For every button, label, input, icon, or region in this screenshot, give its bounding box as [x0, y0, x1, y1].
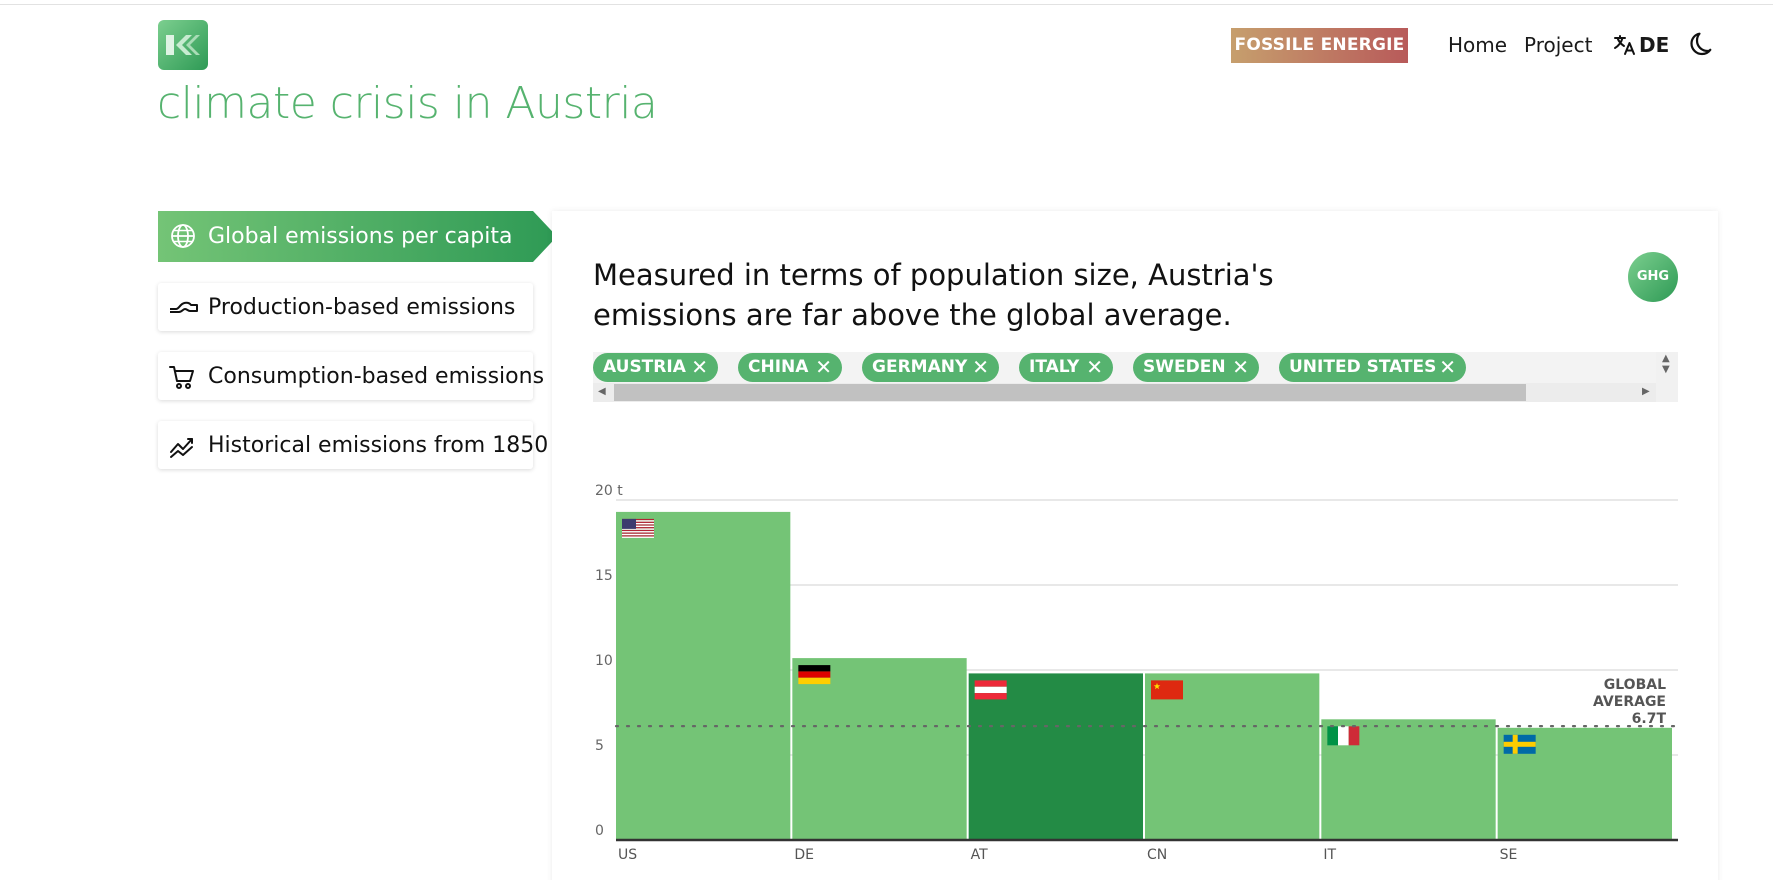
x-tick-label: SE	[1500, 847, 1518, 863]
sidebar-item-historical[interactable]: Historical emissions from 1850	[158, 421, 548, 469]
sidebar-item-label: Historical emissions from 1850	[208, 433, 549, 458]
vertical-scrollbar[interactable]: ▲ ▼	[1656, 352, 1678, 402]
flag-se-icon	[1503, 734, 1536, 754]
flag-it-icon	[1327, 726, 1360, 746]
chip-label: UNITED STATES	[1289, 357, 1437, 377]
emissions-bar-chart: 0 5 10 15 20 t US DE AT CN IT SE GLOBALAVERAGE6.7T	[595, 483, 1680, 863]
globe-icon	[171, 224, 195, 248]
flag-at-icon	[974, 680, 1007, 700]
chip-label: GERMANY	[872, 357, 968, 377]
close-icon[interactable]: ✕	[1086, 353, 1103, 382]
chip-austria[interactable]: AUSTRIA ✕	[593, 353, 718, 382]
chip-china[interactable]: CHINA ✕	[738, 353, 842, 382]
cart-icon	[169, 366, 194, 389]
chip-united-states[interactable]: UNITED STATES ✕	[1279, 353, 1466, 382]
sidebar-item-production[interactable]: Production-based emissions	[158, 283, 533, 331]
y-tick-label: 10	[595, 653, 613, 669]
language-switch[interactable]: DE	[1613, 32, 1669, 58]
flag-de-icon	[798, 665, 831, 685]
close-icon[interactable]: ✕	[1439, 353, 1456, 382]
x-tick-label: CN	[1147, 847, 1167, 863]
scroll-right-icon[interactable]: ▶	[1642, 386, 1650, 397]
y-tick-label: 0	[595, 823, 604, 839]
language-label: DE	[1639, 33, 1670, 57]
y-tick-label: 5	[595, 738, 604, 754]
close-icon[interactable]: ✕	[691, 353, 708, 382]
chip-label: ITALY	[1029, 357, 1080, 377]
x-tick-label: IT	[1323, 847, 1336, 863]
scrollbar-thumb[interactable]	[614, 384, 1526, 401]
bar-us	[616, 511, 791, 840]
global-average-label: GLOBAL	[1604, 677, 1666, 693]
chip-label: CHINA	[748, 357, 809, 377]
y-tick-label: 20 t	[595, 483, 623, 499]
dark-mode-toggle[interactable]	[1688, 30, 1716, 62]
sidebar-item-global-emissions[interactable]: Global emissions per capita	[158, 211, 558, 262]
flag-us-icon	[622, 518, 654, 538]
nav-home-link[interactable]: Home	[1448, 33, 1507, 57]
chip-label: AUSTRIA	[603, 357, 686, 377]
chip-label: SWEDEN	[1143, 357, 1226, 377]
ghg-toggle-button[interactable]: GHG	[1628, 252, 1678, 302]
sidebar-item-label: Production-based emissions	[208, 295, 516, 320]
fossil-energy-badge[interactable]: FOSSILE ENERGIE	[1231, 28, 1408, 63]
sidebar-item-label: Global emissions per capita	[208, 224, 513, 249]
sidebar-item-consumption[interactable]: Consumption-based emissions	[158, 352, 544, 400]
global-average-label: 6.7T	[1632, 711, 1667, 727]
close-icon[interactable]: ✕	[1232, 353, 1249, 382]
page-title: climate crisis in Austria	[157, 78, 658, 129]
x-tick-label: AT	[971, 847, 988, 863]
top-border	[0, 4, 1773, 5]
bar-de	[792, 658, 967, 840]
moon-icon	[1690, 32, 1712, 56]
chart-line-icon	[170, 438, 193, 458]
flag-cn-icon	[1151, 680, 1183, 700]
site-logo[interactable]	[158, 20, 208, 70]
global-average-label: AVERAGE	[1593, 694, 1666, 710]
chip-sweden[interactable]: SWEDEN ✕	[1133, 353, 1259, 382]
close-icon[interactable]: ✕	[815, 353, 832, 382]
x-tick-label: US	[618, 847, 637, 863]
chart-headline: Measured in terms of population size, Au…	[593, 258, 1274, 332]
y-tick-label: 15	[595, 568, 613, 584]
sidebar-item-label: Consumption-based emissions	[208, 364, 545, 389]
nav-project-link[interactable]: Project	[1524, 33, 1592, 57]
translate-icon	[1614, 35, 1635, 55]
scroll-left-icon[interactable]: ◀	[598, 386, 606, 397]
chip-germany[interactable]: GERMANY ✕	[862, 353, 999, 382]
x-tick-label: DE	[794, 847, 814, 863]
chip-italy[interactable]: ITALY ✕	[1019, 353, 1113, 382]
pipe-icon	[170, 301, 198, 313]
close-icon[interactable]: ✕	[972, 353, 989, 382]
